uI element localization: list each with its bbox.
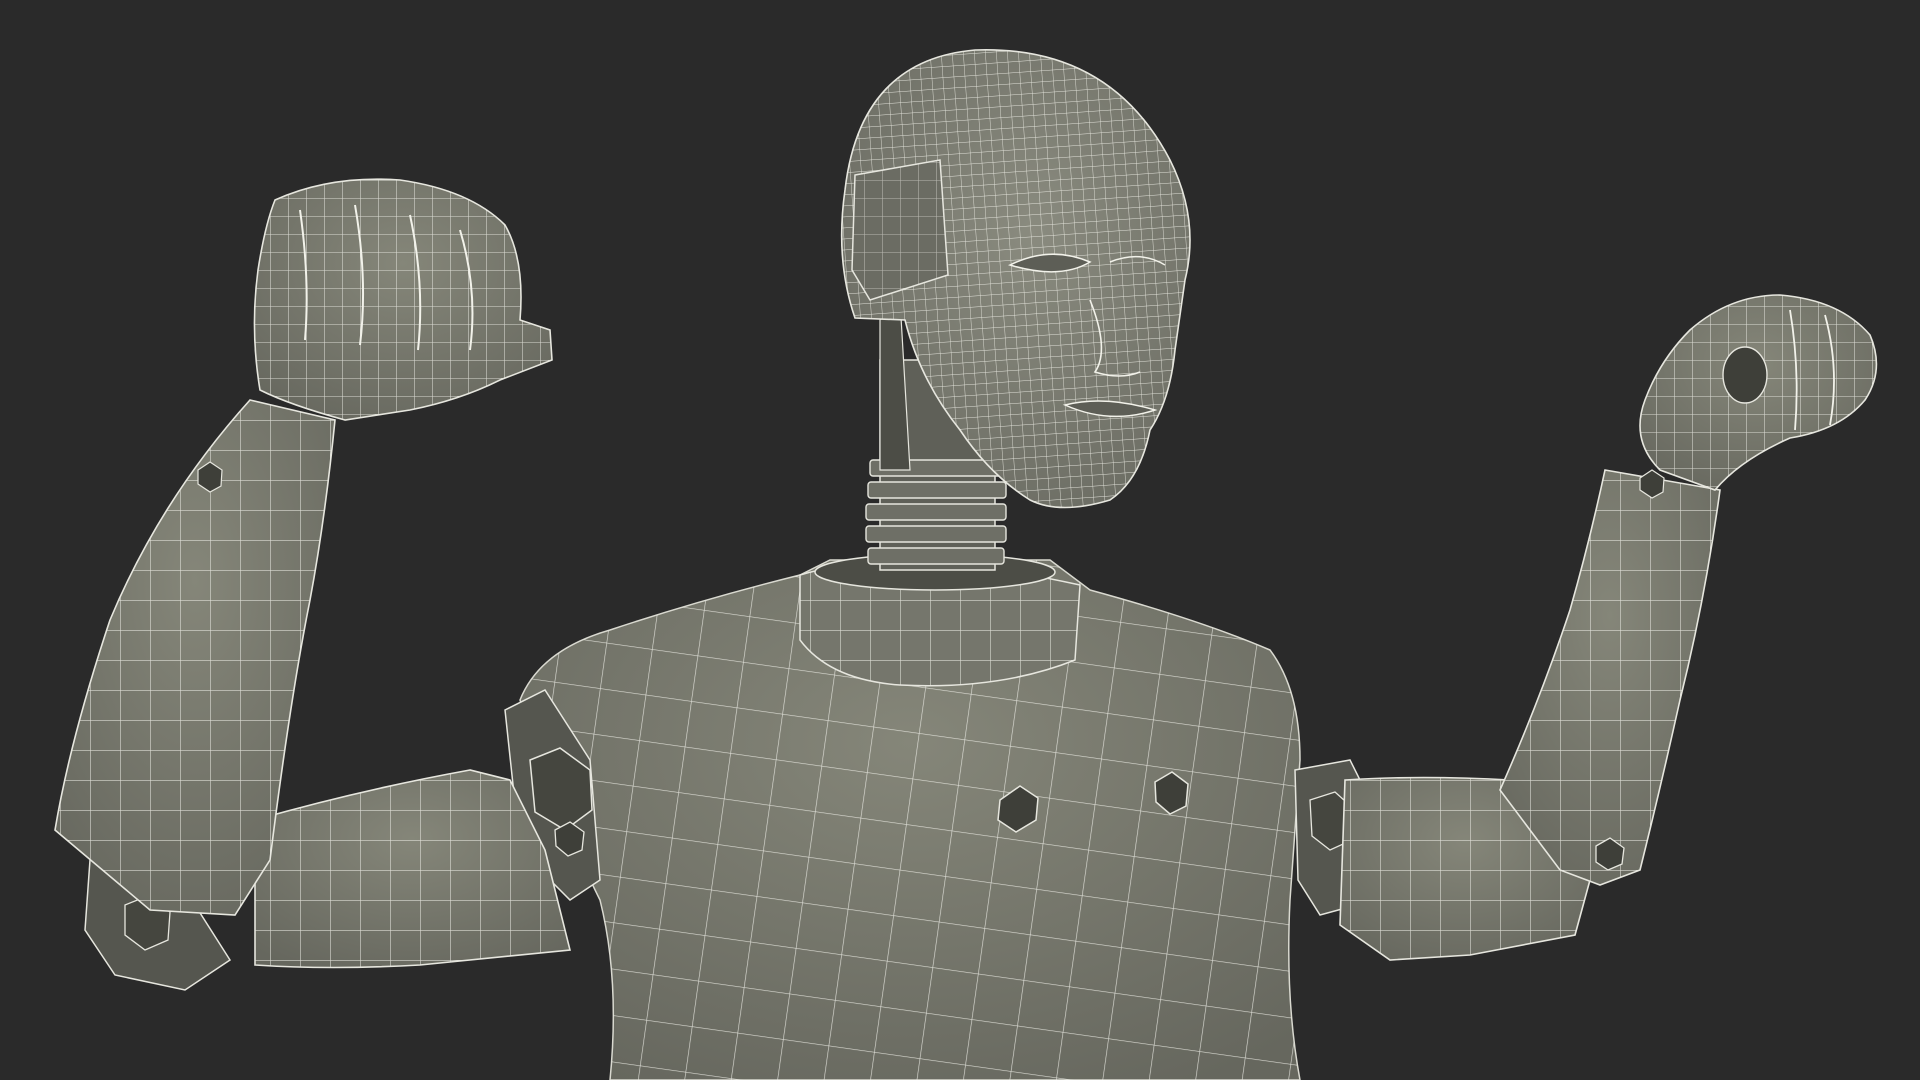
torso bbox=[519, 553, 1301, 1080]
render-viewport bbox=[0, 0, 1920, 1080]
robot-mannequin-render bbox=[0, 0, 1920, 1080]
